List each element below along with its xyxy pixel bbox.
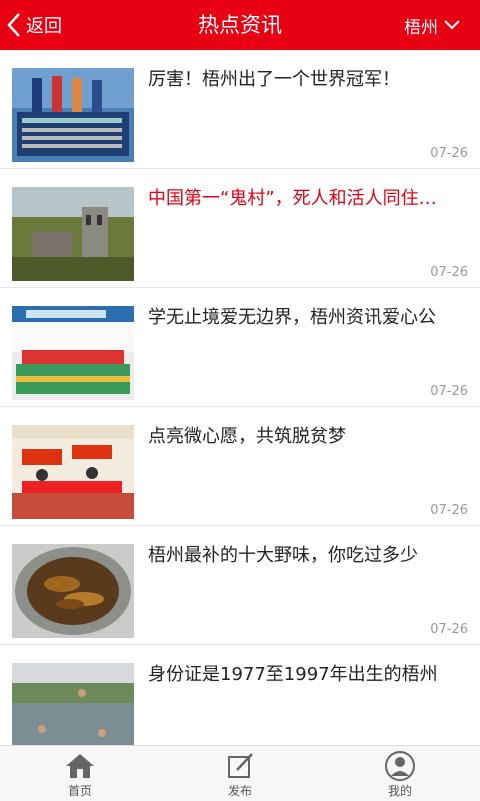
news-thumbnail [12, 425, 134, 519]
news-title: 身份证是1977至1997年出生的梧州 [148, 664, 438, 685]
chevron-down-icon [444, 20, 460, 30]
news-item-4[interactable]: 点亮微心愿，共筑脱贫梦 07-26 [0, 407, 480, 526]
news-title: 厉害！梧州出了一个世界冠军！ [148, 69, 400, 90]
home-icon [66, 754, 94, 778]
edit-icon [228, 753, 253, 778]
news-thumbnail [12, 68, 134, 162]
tab-mine[interactable]: 我的 [320, 746, 480, 801]
news-date: 07-26 [430, 384, 468, 399]
news-thumbnail [12, 663, 134, 745]
tab-label: 首页 [67, 784, 92, 798]
news-item-1[interactable]: 厉害！梧州出了一个世界冠军！ 07-26 [0, 50, 480, 169]
user-icon [385, 751, 415, 781]
news-thumbnail [12, 187, 134, 281]
city-label: 梧州 [404, 17, 438, 38]
tab-label: 发布 [227, 784, 252, 798]
city-selector[interactable]: 梧州 [404, 0, 460, 50]
news-date: 07-26 [430, 146, 468, 161]
news-item-5[interactable]: 梧州最补的十大野味，你吃过多少 07-26 [0, 526, 480, 645]
news-title: 中国第一“鬼村”，死人和活人同住… [148, 188, 437, 209]
tab-label: 我的 [387, 784, 412, 798]
news-title: 点亮微心愿，共筑脱贫梦 [148, 426, 346, 447]
news-list: 厉害！梧州出了一个世界冠军！ 07-26 中国第一“鬼村”，死人和活人同住… 0… [0, 50, 480, 745]
news-thumbnail [12, 306, 134, 400]
news-title: 梧州最补的十大野味，你吃过多少 [148, 545, 418, 566]
tab-publish[interactable]: 发布 [160, 746, 320, 801]
news-date: 07-26 [430, 503, 468, 518]
top-bar: 返回 热点资讯 梧州 [0, 0, 480, 50]
news-title: 学无止境爱无边界，梧州资讯爱心公 [148, 307, 436, 328]
news-item-6[interactable]: 身份证是1977至1997年出生的梧州 [0, 645, 480, 745]
news-item-3[interactable]: 学无止境爱无边界，梧州资讯爱心公 07-26 [0, 288, 480, 407]
news-thumbnail [12, 544, 134, 638]
news-date: 07-26 [430, 622, 468, 637]
news-item-2[interactable]: 中国第一“鬼村”，死人和活人同住… 07-26 [0, 169, 480, 288]
tab-home[interactable]: 首页 [0, 746, 160, 801]
news-date: 07-26 [430, 265, 468, 280]
bottom-tab-bar: 首页 发布 我的 [0, 745, 480, 801]
